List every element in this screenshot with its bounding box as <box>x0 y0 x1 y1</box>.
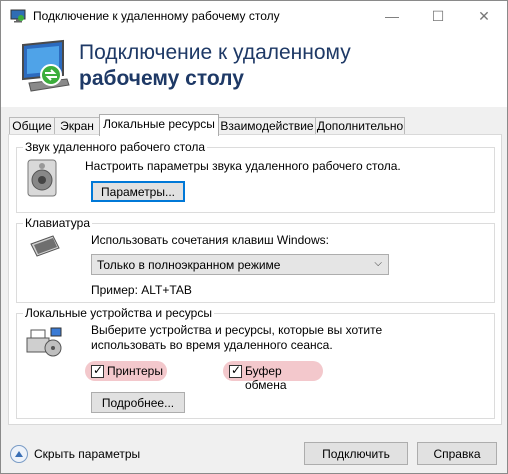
header-title-line2: рабочему столу <box>79 67 244 90</box>
sound-settings-button[interactable]: Параметры... <box>91 181 185 202</box>
devices-description-line1: Выберите устройства и ресурсы, которые в… <box>91 323 383 337</box>
keyboard-group-label: Клавиатура <box>23 216 92 230</box>
help-button[interactable]: Справка <box>417 442 497 465</box>
check-icon: ✓ <box>231 363 242 377</box>
clipboard-checkbox-box[interactable]: ✓ <box>229 363 242 378</box>
tab-local-resources[interactable]: Локальные ресурсы <box>99 114 219 136</box>
devices-description-line2: использовать во время удаленного сеанса. <box>91 338 333 352</box>
printers-checkbox[interactable]: ✓ Принтеры <box>85 361 167 381</box>
chevron-down-icon: ⌵ <box>374 258 382 269</box>
clipboard-checkbox[interactable]: ✓ Буфер обмена <box>223 361 323 392</box>
speaker-icon <box>27 159 57 197</box>
remote-desktop-icon <box>10 9 26 23</box>
devices-group: Локальные устройства и ресурсы Выберите … <box>16 306 495 419</box>
sound-group: Звук удаленного рабочего стола Настроить… <box>16 140 495 213</box>
window-title: Подключение к удаленному рабочему столу <box>33 9 280 23</box>
tab-advanced[interactable]: Дополнительно <box>315 117 405 135</box>
printers-checkbox-box[interactable]: ✓ <box>91 363 104 378</box>
keyboard-example: Пример: ALT+TAB <box>91 283 192 297</box>
local-devices-icon <box>26 327 62 357</box>
connect-button[interactable]: Подключить <box>304 442 408 465</box>
tab-experience[interactable]: Взаимодействие <box>218 117 316 135</box>
check-icon: ✓ <box>93 363 104 377</box>
more-devices-button[interactable]: Подробнее... <box>91 392 185 413</box>
sound-description: Настроить параметры звука удаленного раб… <box>85 159 401 173</box>
minimize-button[interactable]: — <box>369 1 415 31</box>
keyboard-group: Клавиатура Использовать сочетания клавиш… <box>16 216 495 303</box>
tab-panel: Звук удаленного рабочего стола Настроить… <box>8 134 502 425</box>
header-banner: Подключение к удаленному рабочему столу <box>1 31 507 107</box>
keyboard-combo-value: Только в полноэкранном режиме <box>97 258 281 272</box>
remote-desktop-icon <box>22 39 70 92</box>
chevron-up-icon[interactable] <box>10 445 28 463</box>
printers-label: Принтеры <box>107 364 163 378</box>
tab-general[interactable]: Общие <box>9 117 55 135</box>
title-bar: Подключение к удаленному рабочему столу … <box>1 1 507 31</box>
hide-options-label[interactable]: Скрыть параметры <box>34 447 140 461</box>
sound-group-label: Звук удаленного рабочего стола <box>23 140 208 154</box>
keyboard-combo-select[interactable]: Только в полноэкранном режиме ⌵ <box>91 254 389 275</box>
devices-group-label: Локальные устройства и ресурсы <box>23 306 214 320</box>
keyboard-icon <box>30 235 60 257</box>
header-title-line1: Подключение к удаленному <box>79 41 351 64</box>
keyboard-description: Использовать сочетания клавиш Windows: <box>91 233 329 247</box>
close-button[interactable]: ✕ <box>461 1 507 31</box>
rdp-window: Подключение к удаленному рабочему столу … <box>0 0 508 474</box>
maximize-button[interactable]: ☐ <box>415 1 461 31</box>
tab-display[interactable]: Экран <box>54 117 100 135</box>
clipboard-label: Буфер обмена <box>245 364 287 392</box>
